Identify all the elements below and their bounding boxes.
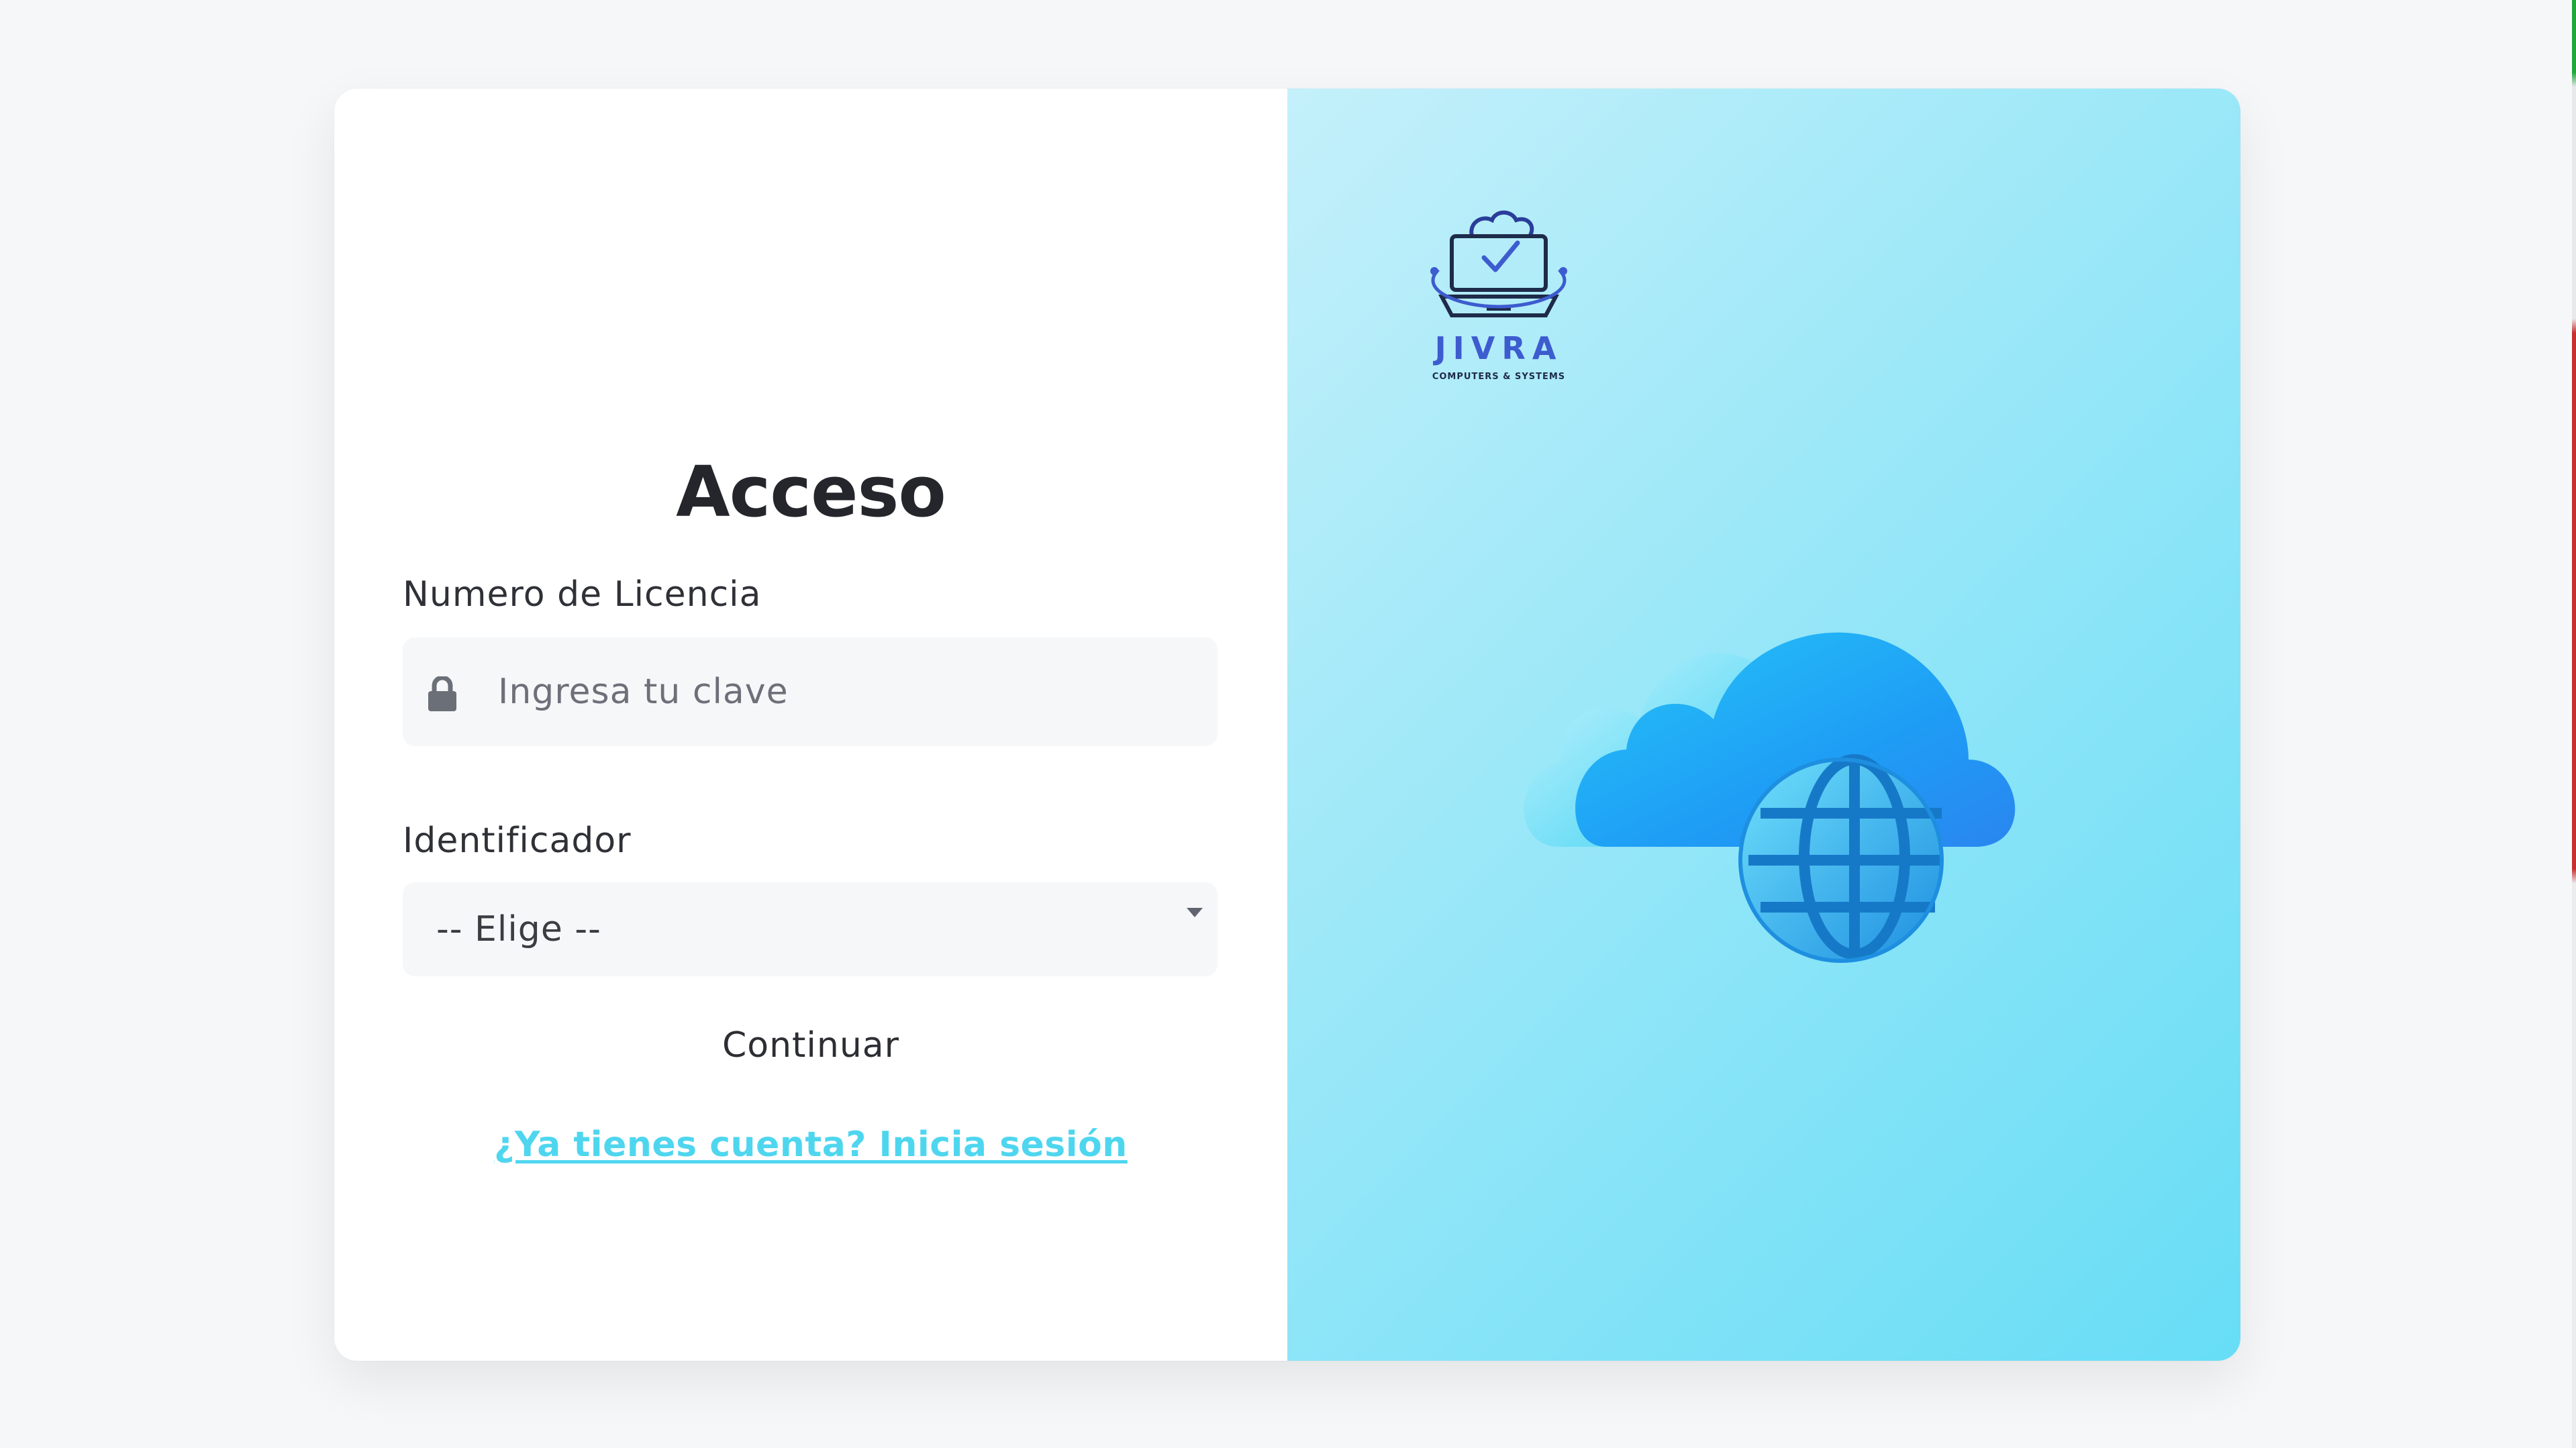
license-label: Numero de Licencia: [403, 574, 762, 615]
brand-tagline: COMPUTERS & SYSTEMS: [1432, 372, 1566, 382]
identifier-label: Identificador: [403, 821, 632, 861]
browser-edge: [2572, 0, 2576, 1448]
laptop-cloud-check-icon: [1430, 210, 1567, 317]
login-form-panel: Acceso Numero de Licencia Identificador …: [334, 89, 1287, 1361]
lock-icon: [428, 676, 456, 711]
identifier-selected-value: -- Elige --: [436, 909, 601, 949]
license-field[interactable]: [403, 637, 1218, 746]
continue-button[interactable]: Continuar: [334, 1025, 1287, 1066]
license-input[interactable]: [498, 637, 1203, 746]
identifier-select[interactable]: -- Elige --: [403, 882, 1218, 976]
brand-name: JIVRA: [1434, 330, 1563, 366]
cloud-globe-icon: [1524, 632, 2016, 963]
page-title: Acceso: [676, 451, 946, 533]
login-card: Acceso Numero de Licencia Identificador …: [334, 89, 2240, 1361]
illustration-panel: JIVRA COMPUTERS & SYSTEMS: [1287, 89, 2240, 1361]
brand-logo: JIVRA COMPUTERS & SYSTEMS: [1405, 196, 1593, 397]
chevron-down-icon: [1187, 908, 1203, 917]
login-link[interactable]: ¿Ya tienes cuenta? Inicia sesión: [334, 1125, 1287, 1165]
